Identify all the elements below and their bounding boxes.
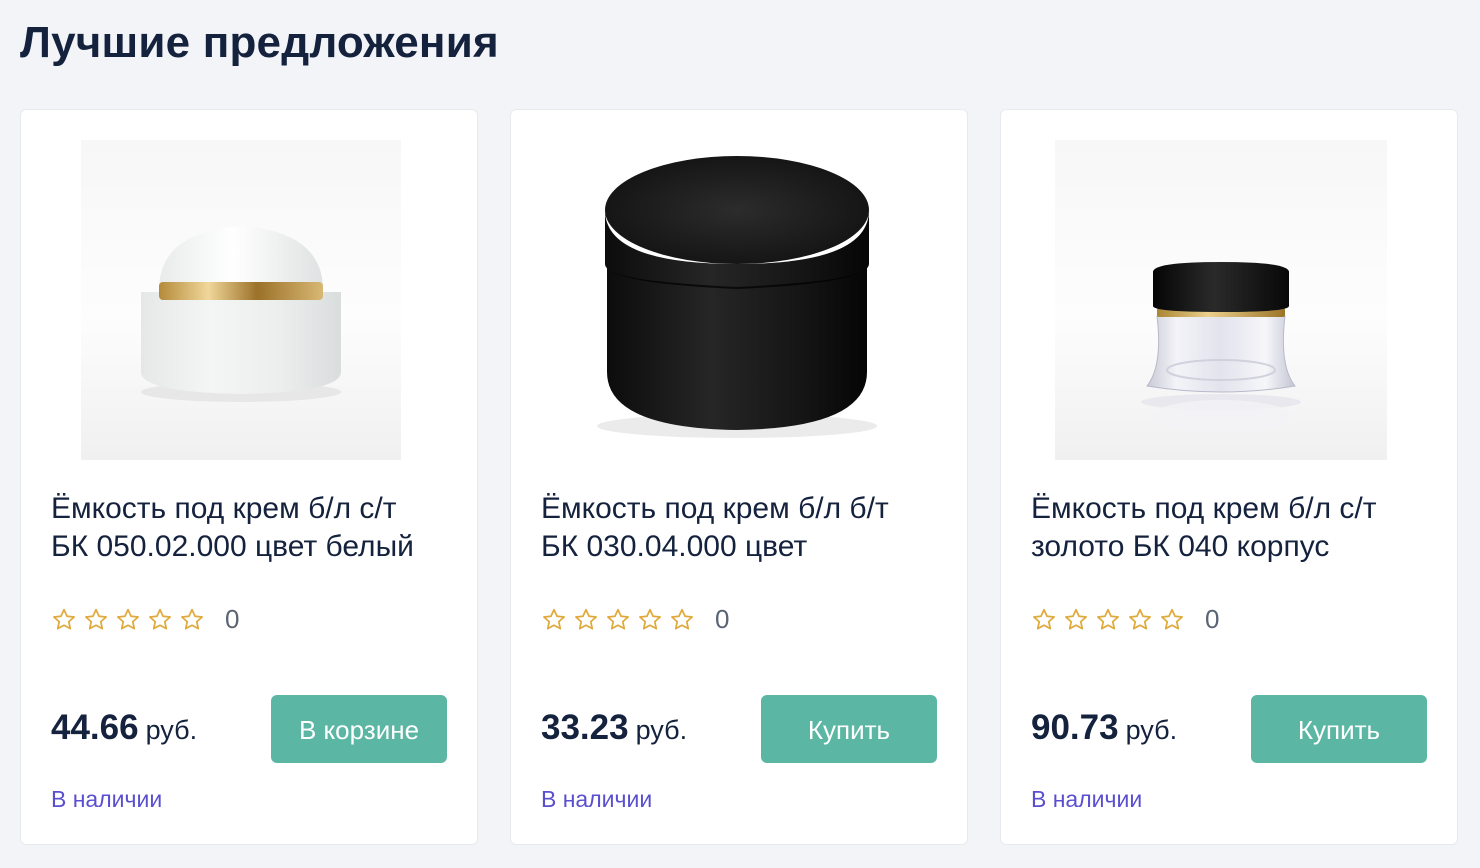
star-outline-icon[interactable]	[669, 607, 695, 633]
rating: 0	[1031, 604, 1219, 635]
price-currency: руб.	[1125, 715, 1178, 745]
stock-status: В наличии	[541, 786, 653, 812]
rating: 0	[541, 604, 729, 635]
star-outline-icon[interactable]	[83, 607, 109, 633]
price: 90.73 руб.	[1031, 708, 1177, 748]
product-card: Ёмкость под крем б/л с/т БК 050.02.000 ц…	[20, 109, 478, 845]
rating-count: 0	[225, 604, 240, 634]
price: 33.23 руб.	[541, 708, 687, 748]
star-outline-icon[interactable]	[1127, 607, 1153, 633]
buy-button[interactable]: Купить	[1251, 695, 1427, 763]
clear-cream-jar-icon	[1141, 262, 1301, 432]
price-currency: руб.	[145, 715, 198, 745]
product-name[interactable]: Ёмкость под крем б/л с/т БК 050.02.000 ц…	[51, 490, 451, 566]
price-value: 90.73	[1031, 708, 1119, 747]
star-outline-icon[interactable]	[179, 607, 205, 633]
price-value: 44.66	[51, 708, 139, 747]
black-cream-jar-icon	[597, 156, 877, 438]
star-outline-icon[interactable]	[541, 607, 567, 633]
product-name[interactable]: Ёмкость под крем б/л б/т БК 030.04.000 ц…	[541, 490, 941, 566]
star-outline-icon[interactable]	[573, 607, 599, 633]
stock-status: В наличии	[51, 786, 163, 812]
price-value: 33.23	[541, 708, 629, 747]
stock-status: В наличии	[1031, 786, 1143, 812]
star-outline-icon[interactable]	[115, 607, 141, 633]
rating-count: 0	[715, 604, 730, 634]
buy-button[interactable]: Купить	[761, 695, 937, 763]
product-card: Ёмкость под крем б/л б/т БК 030.04.000 ц…	[510, 109, 968, 845]
star-outline-icon[interactable]	[1063, 607, 1089, 633]
price: 44.66 руб.	[51, 708, 197, 748]
rating: 0	[51, 604, 239, 635]
product-card: Ёмкость под крем б/л с/т золото БК 040 к…	[1000, 109, 1458, 845]
product-image[interactable]	[1055, 140, 1387, 460]
product-name[interactable]: Ёмкость под крем б/л с/т золото БК 040 к…	[1031, 490, 1431, 566]
star-outline-icon[interactable]	[605, 607, 631, 633]
star-outline-icon[interactable]	[1031, 607, 1057, 633]
star-outline-icon[interactable]	[51, 607, 77, 633]
white-cream-jar-icon	[141, 226, 341, 402]
in-cart-button[interactable]: В корзине	[271, 695, 447, 763]
star-outline-icon[interactable]	[1095, 607, 1121, 633]
product-grid: Ёмкость под крем б/л с/т БК 050.02.000 ц…	[20, 109, 1458, 845]
product-image[interactable]	[81, 140, 401, 460]
product-image[interactable]	[571, 140, 891, 460]
section-title: Лучшие предложения	[20, 18, 499, 67]
star-outline-icon[interactable]	[147, 607, 173, 633]
star-outline-icon[interactable]	[637, 607, 663, 633]
price-currency: руб.	[635, 715, 688, 745]
star-outline-icon[interactable]	[1159, 607, 1185, 633]
rating-count: 0	[1205, 604, 1220, 634]
